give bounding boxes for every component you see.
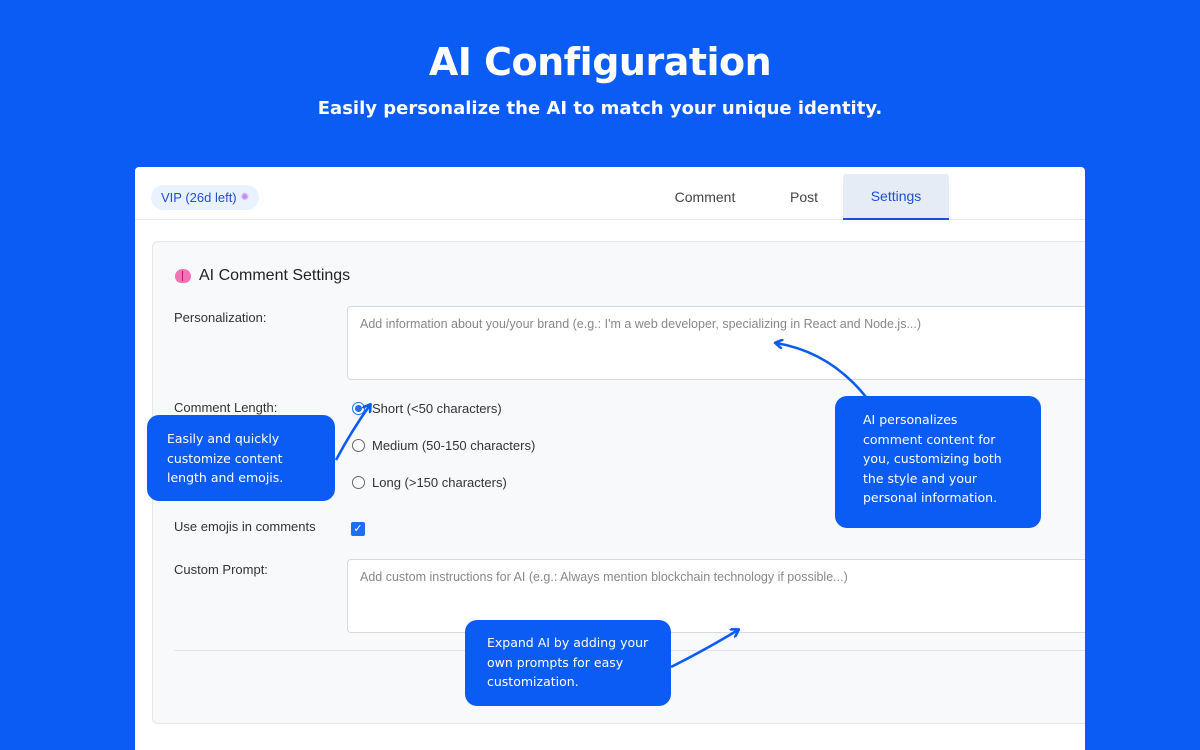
emojis-label: Use emojis in comments xyxy=(174,519,316,534)
hero-title: AI Configuration xyxy=(428,40,772,84)
radio-long-button[interactable] xyxy=(352,476,365,489)
custom-prompt-placeholder: Add custom instructions for AI (e.g.: Al… xyxy=(360,570,848,584)
radio-short-button[interactable] xyxy=(352,402,365,415)
section-title: AI Comment Settings xyxy=(175,267,350,285)
personalization-label: Personalization: xyxy=(174,310,267,325)
radio-short[interactable]: Short (<50 characters) xyxy=(352,401,502,416)
radio-long[interactable]: Long (>150 characters) xyxy=(352,475,507,490)
callout-prompt: Expand AI by adding your own prompts for… xyxy=(465,620,671,706)
emojis-checkbox[interactable]: ✓ xyxy=(351,522,365,536)
callout-personalize: AI personalizes comment content for you,… xyxy=(835,396,1041,528)
personalization-textarea[interactable]: Add information about you/your brand (e.… xyxy=(347,306,1085,380)
radio-long-label: Long (>150 characters) xyxy=(372,475,507,490)
radio-short-label: Short (<50 characters) xyxy=(372,401,502,416)
tab-settings[interactable]: Settings xyxy=(843,174,949,220)
tab-comment[interactable]: Comment xyxy=(655,174,755,220)
comment-length-label: Comment Length: xyxy=(174,400,278,415)
brain-icon xyxy=(175,269,191,283)
top-bar: VIP (26d left) ✺ Comment Post Settings xyxy=(135,167,1085,220)
personalization-placeholder: Add information about you/your brand (e.… xyxy=(360,317,922,331)
sparkle-icon: ✺ xyxy=(240,192,250,203)
radio-medium-label: Medium (50-150 characters) xyxy=(372,438,536,453)
callout-length: Easily and quickly customize content len… xyxy=(147,415,335,501)
vip-badge: VIP (26d left) ✺ xyxy=(151,185,260,210)
radio-medium-button[interactable] xyxy=(352,439,365,452)
custom-prompt-textarea[interactable]: Add custom instructions for AI (e.g.: Al… xyxy=(347,559,1085,633)
section-title-text: AI Comment Settings xyxy=(199,267,351,284)
vip-badge-label: VIP (26d left) xyxy=(161,190,237,205)
custom-prompt-label: Custom Prompt: xyxy=(174,562,268,577)
hero-subtitle: Easily personalize the AI to match your … xyxy=(317,98,883,119)
radio-medium[interactable]: Medium (50-150 characters) xyxy=(352,438,535,453)
tab-post[interactable]: Post xyxy=(755,174,853,220)
